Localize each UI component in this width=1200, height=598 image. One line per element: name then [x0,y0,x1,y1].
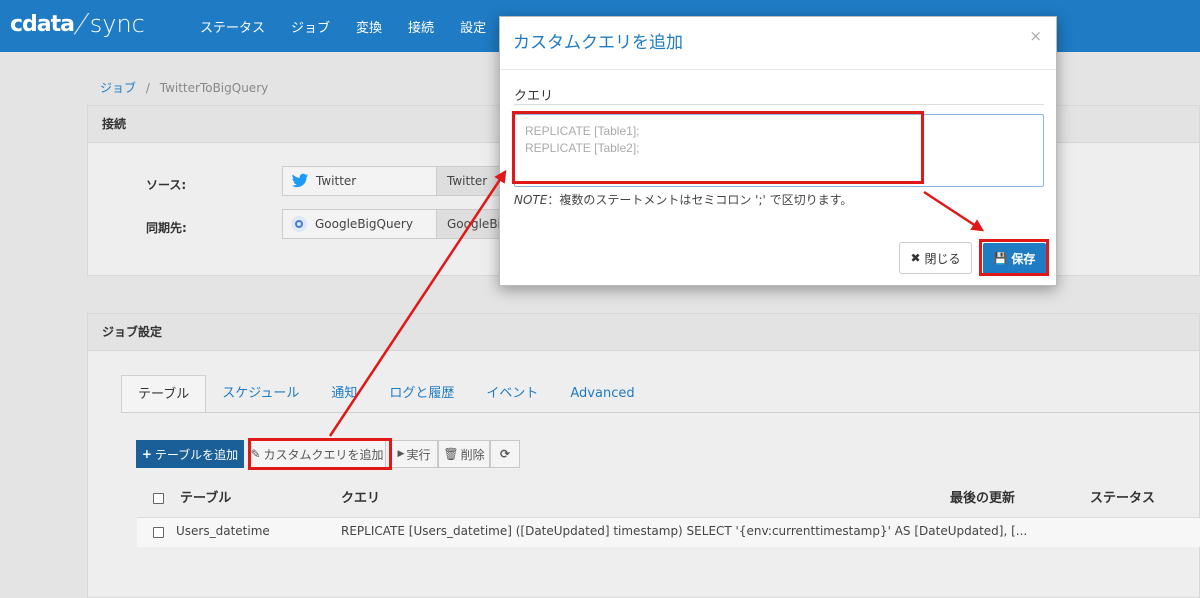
highlight-query-textarea [512,111,924,184]
query-field-label: クエリ [514,89,554,104]
tab-notifications[interactable]: 通知 [315,375,373,413]
tab-advanced[interactable]: Advanced [554,375,650,413]
logo-sync-text: sync [89,10,145,38]
close-button[interactable]: ✖ 閉じる [899,242,972,274]
nav-transform[interactable]: 変換 [356,17,382,36]
modal-title: カスタムクエリを追加 [513,33,683,53]
highlight-add-custom-query [248,438,392,470]
twitter-icon [291,173,309,188]
breadcrumb-jobs[interactable]: ジョブ [100,81,136,95]
run-button[interactable]: ▶ 実行 [390,440,438,468]
highlight-save-button [979,239,1049,276]
column-table[interactable]: テーブル [180,487,231,511]
row-table-name: Users_datetime [176,524,270,538]
trash-icon: 🗑 [443,447,459,461]
select-all-checkbox[interactable] [153,493,164,504]
row-checkbox[interactable] [153,527,164,538]
x-icon: ✖ [910,251,921,265]
nav-status[interactable]: ステータス [200,17,265,36]
add-table-button[interactable]: + テーブルを追加 [136,440,244,468]
destination-label: 同期先: [146,221,187,235]
close-icon[interactable]: × [1029,27,1042,45]
play-icon: ▶ [397,449,405,459]
destination-connection-name: GoogleBigQuery [315,217,413,231]
tab-logs-history[interactable]: ログと履歴 [373,375,470,413]
cdata-sync-logo[interactable]: cdata / sync [10,6,145,42]
tab-tables[interactable]: テーブル [121,375,207,413]
row-query: REPLICATE [Users_datetime] ([DateUpdated… [341,524,1028,538]
bigquery-icon [291,216,307,232]
breadcrumb-current: TwitterToBigQuery [159,81,269,95]
nav-jobs[interactable]: ジョブ [291,17,330,36]
breadcrumb: ジョブ / TwitterToBigQuery [100,81,269,95]
refresh-icon: ⟳ [499,447,511,461]
source-connection-name: Twitter [316,174,357,188]
job-settings-tabs: テーブル スケジュール 通知 ログと履歴 イベント Advanced [121,375,651,413]
column-query[interactable]: クエリ [341,487,380,511]
refresh-button[interactable]: ⟳ [490,440,520,468]
tab-events[interactable]: イベント [470,375,554,413]
logo-cdata-text: cdata [10,11,75,37]
nav-settings[interactable]: 設定 [460,17,486,36]
tab-schedule[interactable]: スケジュール [206,375,315,413]
source-label: ソース: [146,178,187,192]
delete-button[interactable]: 🗑 削除 [438,440,490,468]
main-nav: ステータス ジョブ 変換 接続 設定 [200,0,512,52]
job-settings-panel-title: ジョブ設定 [88,314,1199,351]
column-status[interactable]: ステータス [1090,487,1155,511]
nav-connections[interactable]: 接続 [408,17,434,36]
destination-connection[interactable]: GoogleBigQuery [282,209,437,239]
source-connection[interactable]: Twitter [282,166,437,196]
column-last-updated[interactable]: 最後の更新 [950,487,1015,511]
plus-icon: + [141,447,152,461]
query-note: NOTE：複数のステートメントはセミコロン ';' で区切ります。 [514,193,853,207]
